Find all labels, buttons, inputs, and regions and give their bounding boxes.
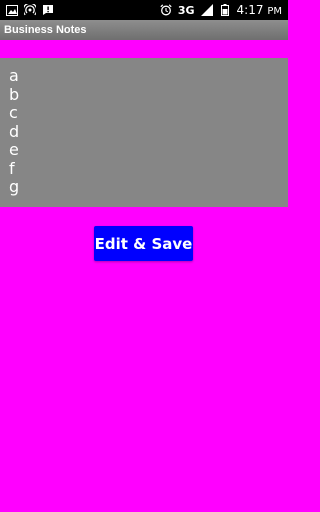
note-line: f	[9, 158, 15, 178]
status-clock: 4:17 PM	[237, 3, 282, 17]
signal-icon	[200, 4, 213, 16]
status-bar: 3G 4:17 PM	[0, 0, 288, 20]
note-line: d	[9, 121, 20, 141]
edit-save-button[interactable]: Edit & Save	[94, 226, 193, 261]
status-left-icons	[6, 4, 54, 16]
network-type-label: 3G	[177, 3, 195, 17]
note-line: e	[9, 140, 19, 159]
note-line: a	[9, 66, 19, 85]
alert-icon	[42, 4, 54, 16]
hotspot-icon	[24, 4, 36, 16]
note-line: b	[9, 84, 20, 104]
notes-panel: a b c d e f g	[0, 58, 288, 207]
alarm-icon	[160, 4, 172, 16]
status-time: 4:17	[236, 3, 264, 17]
note-line: c	[9, 103, 18, 122]
status-right-icons: 3G 4:17 PM	[160, 3, 282, 17]
app-title: Business Notes	[4, 24, 87, 36]
gallery-icon	[6, 4, 18, 16]
battery-icon	[219, 4, 231, 16]
status-time-suffix: PM	[267, 6, 282, 17]
note-line: g	[9, 177, 20, 196]
app-title-bar: Business Notes	[0, 20, 288, 40]
